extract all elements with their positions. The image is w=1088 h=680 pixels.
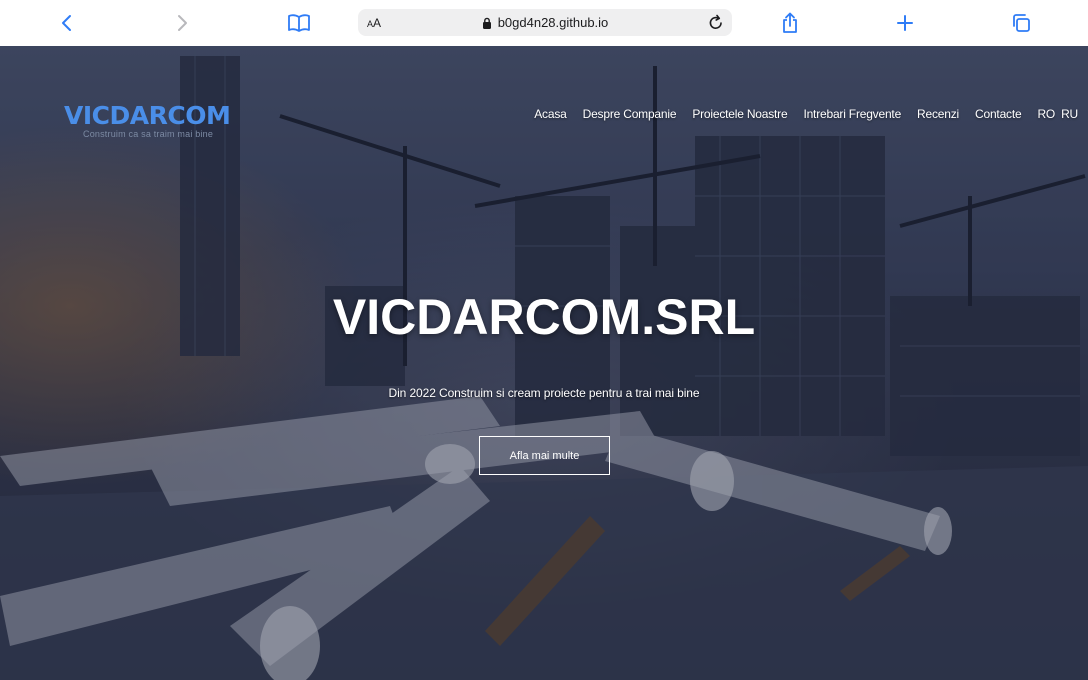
nav-item-recenzi[interactable]: Recenzi [917,107,959,121]
address-bar[interactable]: AA b0gd4n28.github.io [358,9,732,36]
nav-item-proiectele-noastre[interactable]: Proiectele Noastre [692,107,787,121]
language-switcher: RO RU [1037,107,1078,121]
share-icon [783,12,797,33]
nav-item-contacte[interactable]: Contacte [975,107,1022,121]
learn-more-button[interactable]: Afla mai multe [479,436,610,475]
reload-icon [709,14,722,29]
logo-tagline: Construim ca sa traim mai bine [83,129,214,139]
share-button[interactable] [775,8,805,38]
hero-overlay [0,46,1088,680]
site-logo[interactable]: VICDARCOM Construim ca sa traim mai bine [64,101,231,139]
new-tab-button[interactable] [890,8,920,38]
lock-icon [482,17,491,29]
bookmarks-button[interactable] [284,8,314,38]
lang-ro[interactable]: RO [1037,107,1055,121]
url-text: b0gd4n28.github.io [497,15,609,30]
main-nav: Acasa Despre Companie Proiectele Noastre… [534,107,1078,121]
reload-button[interactable] [708,14,724,36]
nav-item-intrebari-fregvente[interactable]: Intrebari Fregvente [803,107,901,121]
nav-item-acasa[interactable]: Acasa [534,107,567,121]
book-icon [288,14,310,32]
browser-toolbar: AA b0gd4n28.github.io [0,0,1088,46]
tabs-icon [1013,14,1030,32]
lang-ru[interactable]: RU [1061,107,1078,121]
back-button[interactable] [52,8,82,38]
nav-item-despre-companie[interactable]: Despre Companie [583,107,677,121]
hero-subtitle: Din 2022 Construim si cream proiecte pen… [388,386,700,400]
forward-button[interactable] [167,8,197,38]
chevron-right-icon [178,15,187,31]
logo-title: VICDARCOM [64,101,231,130]
hero-title: VICDARCOM.SRL [332,289,756,345]
plus-icon [897,15,913,31]
chevron-left-icon [62,15,71,31]
tabs-overview-button[interactable] [1006,8,1036,38]
hero-section: VICDARCOM Construim ca sa traim mai bine… [0,46,1088,680]
